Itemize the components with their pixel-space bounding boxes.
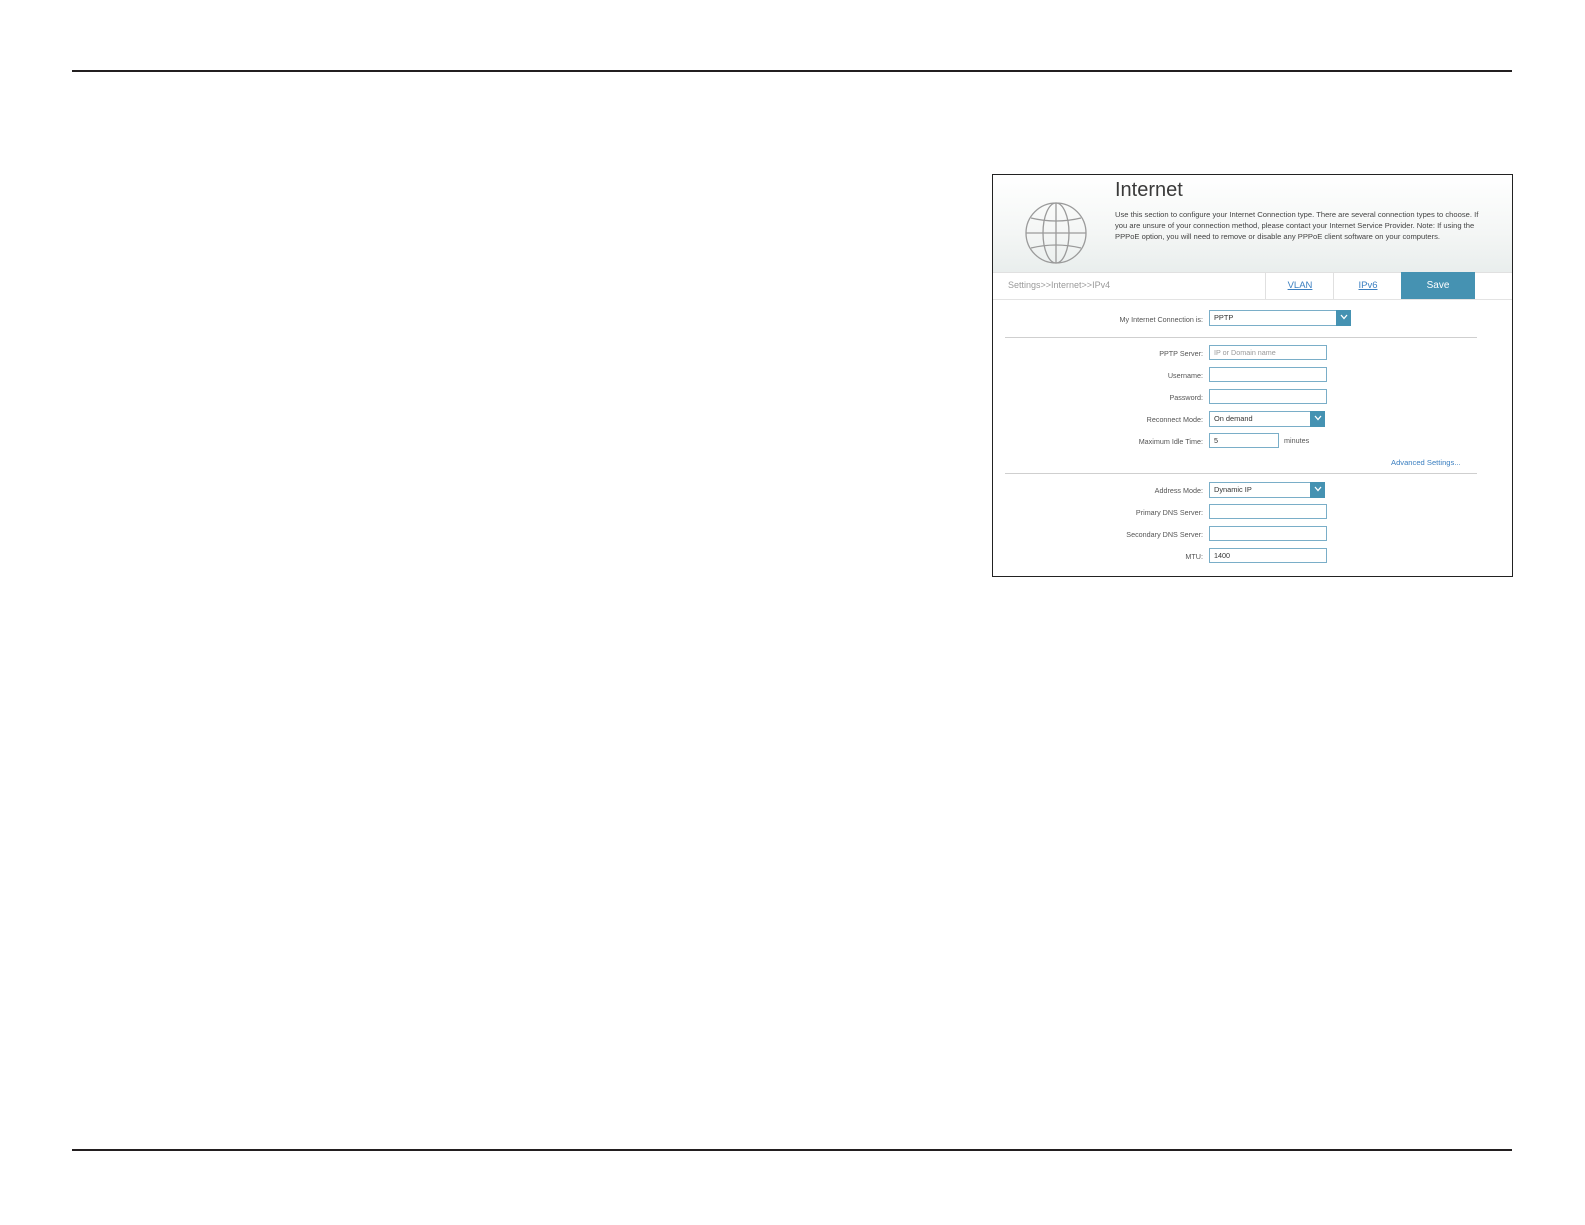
chevron-down-icon[interactable] — [1310, 482, 1325, 498]
section-divider — [1005, 337, 1477, 338]
secondary-dns-label: Secondary DNS Server: — [1126, 530, 1203, 539]
reconnect-mode-label: Reconnect Mode: — [1146, 415, 1203, 424]
address-mode-value: Dynamic IP — [1214, 485, 1252, 494]
breadcrumb: Settings>>Internet>>IPv4 — [1008, 280, 1111, 290]
chevron-down-icon[interactable] — [1310, 411, 1325, 427]
section-divider — [1005, 473, 1477, 474]
primary-dns-input[interactable] — [1209, 504, 1327, 519]
page-top-rule — [72, 70, 1512, 72]
password-label: Password: — [1169, 393, 1203, 402]
address-mode-label: Address Mode: — [1154, 486, 1203, 495]
pptp-server-label: PPTP Server: — [1159, 349, 1203, 358]
chevron-down-icon[interactable] — [1336, 310, 1351, 326]
pptp-server-input[interactable]: IP or Domain name — [1209, 345, 1327, 360]
tab-ipv6[interactable]: IPv6 — [1333, 273, 1402, 299]
max-idle-time-input[interactable]: 5 — [1209, 433, 1279, 448]
username-input[interactable] — [1209, 367, 1327, 382]
reconnect-mode-value: On demand — [1214, 414, 1253, 423]
connection-type-label: My Internet Connection is: — [1119, 315, 1204, 324]
max-idle-time-label: Maximum Idle Time: — [1138, 437, 1203, 446]
internet-settings-panel: Internet Use this section to configure y… — [992, 174, 1513, 577]
tab-vlan[interactable]: VLAN — [1265, 273, 1334, 299]
tab-bar: Settings>>Internet>>IPv4 VLAN IPv6 Save — [993, 272, 1512, 300]
password-input[interactable] — [1209, 389, 1327, 404]
username-label: Username: — [1167, 371, 1203, 380]
globe-icon — [1025, 202, 1087, 264]
page-bottom-rule — [72, 1149, 1512, 1151]
connection-type-value: PPTP — [1214, 313, 1234, 322]
connection-type-select[interactable]: PPTP — [1209, 310, 1351, 326]
mtu-input[interactable]: 1400 — [1209, 548, 1327, 563]
mtu-label: MTU: — [1185, 552, 1203, 561]
advanced-settings-link[interactable]: Advanced Settings... — [1391, 458, 1461, 467]
reconnect-mode-select[interactable]: On demand — [1209, 411, 1325, 427]
address-mode-select[interactable]: Dynamic IP — [1209, 482, 1325, 498]
primary-dns-label: Primary DNS Server: — [1135, 508, 1203, 517]
idle-unit-label: minutes — [1284, 436, 1310, 445]
secondary-dns-input[interactable] — [1209, 526, 1327, 541]
save-button[interactable]: Save — [1401, 272, 1475, 299]
page-title: Internet — [1115, 179, 1183, 201]
page-description: Use this section to configure your Inter… — [1115, 210, 1479, 241]
panel-header: Internet Use this section to configure y… — [993, 175, 1512, 272]
